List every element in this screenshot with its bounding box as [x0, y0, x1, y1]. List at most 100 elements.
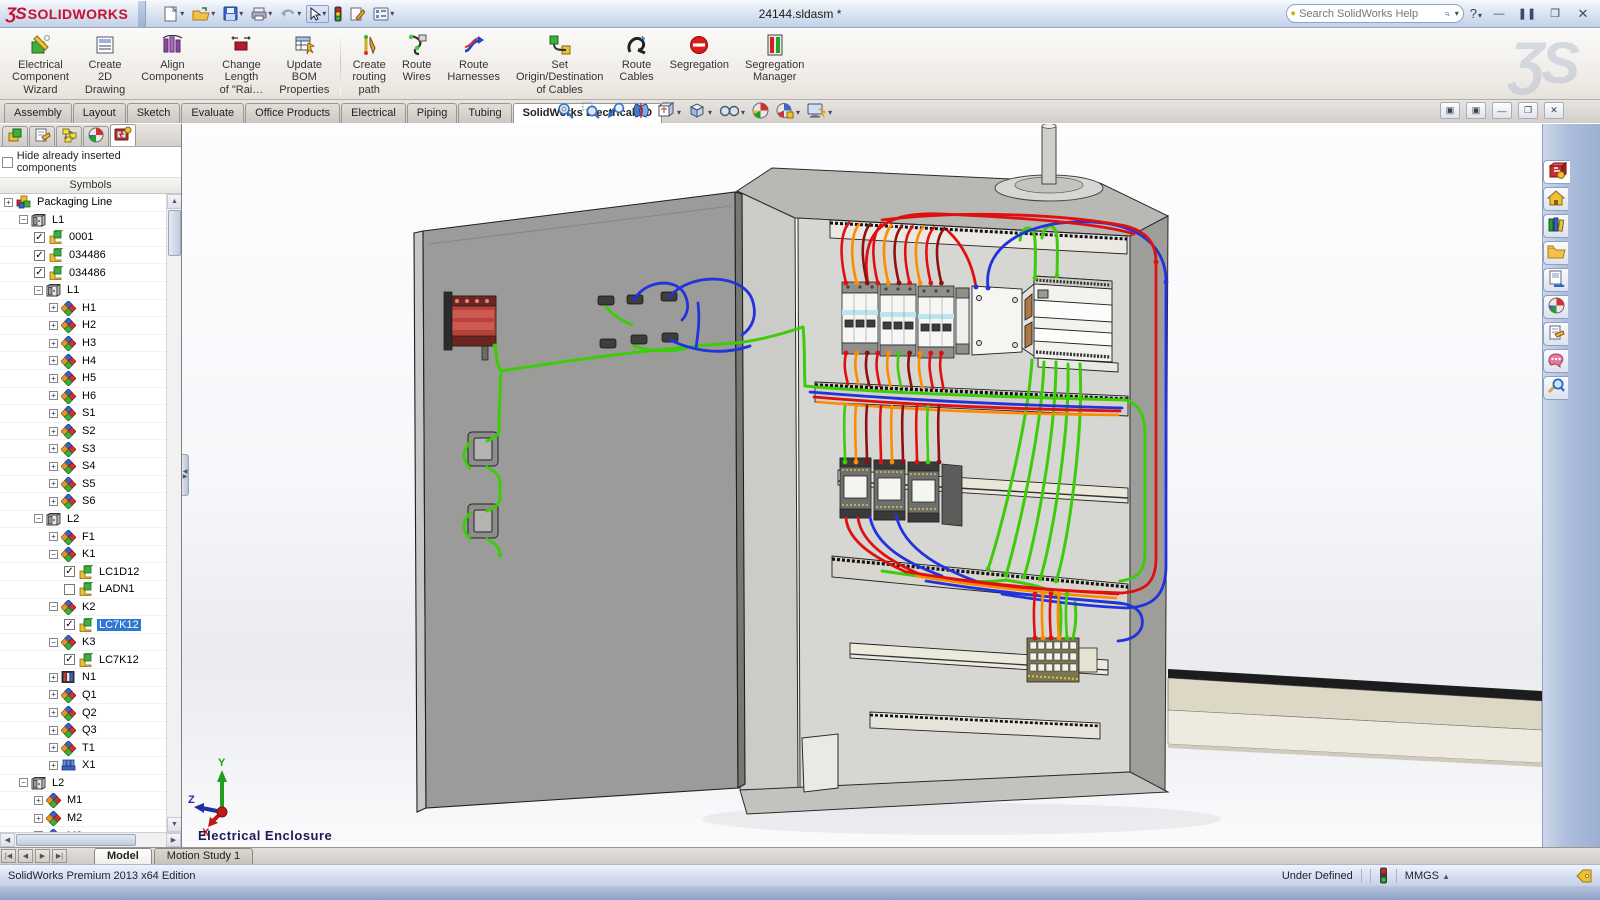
rebuild-button[interactable] [331, 4, 345, 24]
expand-toggle[interactable]: + [49, 303, 58, 312]
expand-toggle[interactable]: + [49, 726, 58, 735]
collapse-toggle[interactable]: − [34, 286, 43, 295]
maximize-button[interactable]: ❚❚ [1516, 5, 1538, 23]
expand-toggle[interactable]: + [4, 198, 13, 207]
expand-toggle[interactable]: + [49, 532, 58, 541]
graphics-viewport[interactable]: Y Z X Electrical Enclosure ◀▶ [182, 124, 1542, 847]
zoom-fit-button[interactable] [556, 101, 576, 123]
item-checkbox[interactable]: ✓ [64, 566, 75, 577]
view-orientation-button[interactable]: ▾ [656, 101, 682, 123]
item-checkbox[interactable]: ✓ [34, 250, 45, 261]
tree-item-q3[interactable]: +Q3 [0, 722, 166, 740]
expand-toggle[interactable]: + [34, 796, 43, 805]
ribbon-button-create-routing-path[interactable]: Createroutingpath [344, 28, 394, 99]
ribbon-button-electrical-component-wizard[interactable]: ElectricalComponentWizard [4, 28, 77, 99]
tree-item-k1[interactable]: −K1 [0, 546, 166, 564]
expand-toggle[interactable]: + [49, 690, 58, 699]
scroll-down-arrow[interactable]: ▼ [167, 817, 181, 832]
tree-item-lc7k12[interactable]: ✓LC7K12 [0, 616, 166, 634]
ribbon-button-route-cables[interactable]: RouteCables [611, 28, 661, 99]
expand-toggle[interactable]: + [49, 479, 58, 488]
tree-item-packaging-line[interactable]: +Packaging Line [0, 194, 166, 212]
ribbon-button-create-2d-drawing[interactable]: Create2DDrawing [77, 28, 133, 99]
tree-item-s5[interactable]: +S5 [0, 476, 166, 494]
expand-toggle[interactable]: + [49, 497, 58, 506]
print-button[interactable]: ▾ [248, 5, 275, 23]
tree-vertical-scrollbar[interactable]: ▲ ▼ [166, 194, 181, 832]
search-input[interactable] [1299, 8, 1441, 20]
tab-assembly[interactable]: Assembly [4, 103, 72, 123]
ribbon-button-route-harnesses[interactable]: RouteHarnesses [439, 28, 508, 99]
tab-office-products[interactable]: Office Products [245, 103, 340, 123]
tree-item-h6[interactable]: +H6 [0, 388, 166, 406]
save-button[interactable]: ▾ [220, 4, 246, 23]
collapse-toggle[interactable]: − [19, 215, 28, 224]
tree-item-034486[interactable]: ✓034486 [0, 264, 166, 282]
ribbon-button-segregation[interactable]: Segregation [662, 28, 737, 99]
tab-scroll-prev[interactable]: ◀ [18, 849, 33, 863]
circuit-breakers[interactable] [842, 282, 969, 358]
tree-horizontal-scrollbar[interactable]: ◀ ▶ [0, 832, 181, 847]
tab-evaluate[interactable]: Evaluate [181, 103, 244, 123]
enclosure-door[interactable] [414, 192, 745, 812]
apply-scene-button[interactable]: ▾ [775, 101, 801, 123]
display-style-button[interactable]: ▾ [687, 101, 713, 123]
ribbon-button-align-components[interactable]: AlignComponents [133, 28, 211, 99]
doc-minimize-button[interactable]: — [1492, 102, 1512, 119]
pane-left-icon[interactable]: ▣ [1440, 102, 1460, 119]
tree-item-h1[interactable]: +H1 [0, 300, 166, 318]
main-contactor[interactable] [972, 284, 1034, 356]
new-document-button[interactable]: ▾ [160, 4, 187, 24]
edit-appearance-button[interactable] [751, 101, 770, 123]
tree-item-s1[interactable]: +S1 [0, 405, 166, 423]
tree-item-l2[interactable]: −L2 [0, 775, 166, 793]
item-checkbox[interactable]: ✓ [64, 654, 75, 665]
doc-close-button[interactable]: ✕ [1544, 102, 1564, 119]
close-button[interactable]: ✕ [1572, 5, 1594, 23]
taskpane-custom-properties[interactable] [1543, 322, 1568, 346]
tree-item-s2[interactable]: +S2 [0, 423, 166, 441]
tab-piping[interactable]: Piping [407, 103, 458, 123]
expand-toggle[interactable]: + [49, 339, 58, 348]
plc-unit[interactable] [1034, 276, 1118, 372]
tab-scroll-last[interactable]: ▶| [52, 849, 67, 863]
ribbon-button-update-bom-properties[interactable]: UpdateBOMProperties [271, 28, 337, 99]
hide-inserted-checkbox[interactable] [2, 157, 13, 168]
tree-item-lc1d12[interactable]: ✓LC1D12 [0, 563, 166, 581]
tree-item-m1[interactable]: +M1 [0, 792, 166, 810]
tree-item-lc7k12[interactable]: ✓LC7K12 [0, 651, 166, 669]
item-checkbox[interactable]: ✓ [34, 267, 45, 278]
help-search-box[interactable]: ? ▾ [1286, 4, 1464, 23]
panel-electrical-tab[interactable] [110, 124, 136, 146]
expand-toggle[interactable]: + [34, 814, 43, 823]
tree-item-m2[interactable]: +M2 [0, 810, 166, 828]
tag-icon[interactable] [1576, 869, 1592, 883]
cascade-windows-button[interactable]: ❐ [1544, 5, 1566, 23]
tree-item-ladn1[interactable]: LADN1 [0, 581, 166, 599]
tree-item-h4[interactable]: +H4 [0, 352, 166, 370]
hide-show-items-button[interactable]: ▾ [718, 103, 746, 122]
file-properties-button[interactable] [347, 4, 368, 23]
panel-structure-tab[interactable] [56, 126, 82, 146]
ribbon-button-change-length-of-rai[interactable]: ChangeLengthof "Rai… [212, 28, 272, 99]
minimize-button[interactable]: — [1488, 5, 1510, 23]
hscroll-thumb[interactable] [16, 834, 136, 846]
taskpane-forum[interactable] [1543, 349, 1568, 373]
tree-item-n1[interactable]: +N1 [0, 669, 166, 687]
zoom-selected-button[interactable] [606, 101, 626, 123]
taskpane-view-palette[interactable] [1543, 268, 1568, 292]
tree-item-s6[interactable]: +S6 [0, 493, 166, 511]
tab-electrical[interactable]: Electrical [341, 103, 406, 123]
tree-item-x1[interactable]: +X1 [0, 757, 166, 775]
enclosure-3d-scene[interactable]: Y Z X [182, 124, 1542, 847]
panel-splitter-handle[interactable]: ◀▶ [182, 454, 189, 496]
collapse-toggle[interactable]: − [34, 514, 43, 523]
doctab-motion-study-1[interactable]: Motion Study 1 [154, 848, 253, 864]
ribbon-button-segregation-manager[interactable]: SegregationManager [737, 28, 812, 99]
conveyor-rail[interactable] [1168, 669, 1542, 767]
taskpane-electrical-resources[interactable] [1543, 160, 1570, 184]
panel-component-tab[interactable] [2, 126, 28, 146]
taskpane-appearances[interactable] [1543, 295, 1568, 319]
expand-toggle[interactable]: + [49, 409, 58, 418]
tree-item-q2[interactable]: +Q2 [0, 704, 166, 722]
